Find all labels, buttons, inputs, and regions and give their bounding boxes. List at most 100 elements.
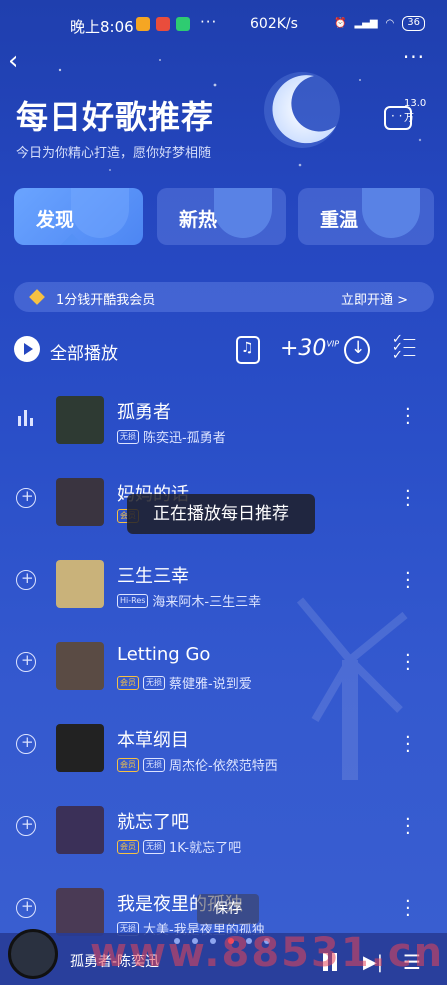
song-more-icon[interactable]: · · · <box>405 893 411 925</box>
page-dot <box>246 938 252 944</box>
moon-illustration <box>264 72 340 148</box>
now-playing-title: 孤勇者-陈奕迅 <box>70 954 160 970</box>
song-meta: 会员 无损 周杰伦-依然范特西 <box>117 755 278 774</box>
album-cover <box>56 642 104 690</box>
wechat-icon <box>176 17 190 31</box>
album-cover <box>56 560 104 608</box>
tab-revisit[interactable]: 重温 <box>298 188 434 245</box>
song-artist-album: 海来阿木-三生三幸 <box>152 595 262 610</box>
song-row[interactable]: 孤勇者 无损 陈奕迅-孤勇者 · · · <box>0 380 447 460</box>
comments-button[interactable]: 13.0万 <box>384 98 434 140</box>
play-all-button[interactable]: 全部播放 <box>50 339 118 364</box>
add-song-icon[interactable] <box>16 733 36 754</box>
save-button[interactable]: 保存 <box>197 894 259 924</box>
tab-label: 重温 <box>320 209 359 231</box>
flame-icon <box>214 188 272 238</box>
mini-player[interactable]: 孤勇者-陈奕迅 ▶| ☰ <box>0 929 447 985</box>
song-row[interactable]: 就忘了吧 会员 无损 1K-就忘了吧 ··· <box>0 790 447 870</box>
lossless-badge: 无损 <box>117 429 139 444</box>
tab-label: 新热 <box>179 209 218 231</box>
song-artist-album: 蔡健雅-说到爱 <box>169 677 252 692</box>
now-playing-bars-icon <box>18 410 36 426</box>
add-song-icon[interactable] <box>16 487 36 508</box>
diamond-icon <box>29 289 45 305</box>
comment-count: 13.0万 <box>404 98 427 124</box>
vip-sup-label: VIP <box>326 339 340 349</box>
page-dot <box>174 938 180 944</box>
page-dot <box>210 938 216 944</box>
page-indicator <box>174 938 270 944</box>
vip-promo-text: 1分钱开酷我会员 <box>56 293 156 308</box>
status-right-icons: ⏰ ▂▄▆ ◠ 36 <box>334 16 425 31</box>
play-all-icon[interactable] <box>14 336 40 362</box>
song-meta: 无损 陈奕迅-孤勇者 <box>117 427 226 446</box>
song-more-icon[interactable]: · · · <box>405 483 411 515</box>
tab-label: 发现 <box>36 209 75 231</box>
song-meta: Hi-Res 海来阿木-三生三幸 <box>117 591 261 610</box>
album-cover <box>56 888 104 936</box>
album-cover <box>56 724 104 772</box>
category-tabs: 发现 新热 重温 <box>14 188 434 248</box>
more-notifications-icon: ··· <box>200 13 218 31</box>
weibo-icon <box>156 17 170 31</box>
vip-badge: 会员 <box>117 757 139 772</box>
song-row[interactable]: 本草纲目 会员 无损 周杰伦-依然范特西 ··· <box>0 708 447 788</box>
lossless-badge: 无损 <box>143 675 165 690</box>
song-more-icon[interactable]: · · · <box>405 565 411 597</box>
tab-discover[interactable]: 发现 <box>14 188 143 245</box>
add-song-icon[interactable] <box>16 897 36 918</box>
song-row[interactable]: 三生三幸 Hi-Res 海来阿木-三生三幸 ··· <box>0 544 447 624</box>
lyrics-icon[interactable] <box>236 336 260 364</box>
wifi-icon: ◠ <box>385 18 395 29</box>
add-song-icon[interactable] <box>16 651 36 672</box>
lossless-badge: 无损 <box>143 757 165 772</box>
page-dot-active <box>228 938 234 944</box>
alarm-icon: ⏰ <box>334 18 347 29</box>
vip-open-link[interactable]: 立即开通 > <box>341 289 408 308</box>
album-cover <box>56 806 104 854</box>
song-artist-album: 周杰伦-依然范特西 <box>169 759 278 774</box>
battery-icon: 36 <box>402 16 425 31</box>
song-more-icon[interactable]: · · · <box>405 647 411 679</box>
multi-select-icon[interactable]: ✓— ✓— ✓— <box>392 333 416 364</box>
song-title: 就忘了吧 <box>117 812 189 833</box>
network-speed: 602K/s <box>250 16 298 32</box>
more-options-button[interactable]: ··· <box>403 45 425 69</box>
notification-icons <box>136 17 190 31</box>
song-artist-album: 1K-就忘了吧 <box>169 841 242 856</box>
song-more-icon[interactable]: · · · <box>405 811 411 843</box>
song-title: 三生三幸 <box>117 566 189 587</box>
song-title: Letting Go <box>117 644 211 665</box>
download-icon[interactable] <box>344 336 370 364</box>
song-meta: 会员 无损 1K-就忘了吧 <box>117 837 241 856</box>
album-cover <box>56 478 104 526</box>
next-track-icon[interactable]: ▶| <box>363 952 383 973</box>
song-row[interactable]: Letting Go 会员 无损 蔡健雅-说到爱 ··· <box>0 626 447 706</box>
add-song-icon[interactable] <box>16 569 36 590</box>
album-cover <box>56 396 104 444</box>
playlist-icon[interactable]: ☰ <box>403 950 421 974</box>
vip-badge: 会员 <box>117 675 139 690</box>
page-dot <box>192 938 198 944</box>
page-dot <box>264 938 270 944</box>
status-time: 晚上8:06 <box>70 18 134 36</box>
signal-icon: ▂▄▆ <box>354 18 378 29</box>
song-more-icon[interactable]: · · · <box>405 729 411 761</box>
plus-30-vip-button[interactable]: +30VIP <box>280 336 339 364</box>
song-meta: 会员 无损 蔡健雅-说到爱 <box>117 673 252 692</box>
pause-icon[interactable] <box>321 953 339 971</box>
vip-promo-bar[interactable]: 1分钱开酷我会员 立即开通 > <box>14 282 434 312</box>
back-button[interactable]: ‹ <box>8 48 32 76</box>
song-more-icon[interactable]: · · · <box>405 401 411 433</box>
song-title: 孤勇者 <box>117 402 171 423</box>
music-note-icon <box>71 188 129 238</box>
tab-new-hot[interactable]: 新热 <box>157 188 286 245</box>
add-song-icon[interactable] <box>16 815 36 836</box>
hourglass-icon <box>362 188 420 238</box>
now-playing-cover[interactable] <box>8 929 58 979</box>
hires-badge: Hi-Res <box>117 593 149 608</box>
plus30-label: +30 <box>280 336 327 361</box>
song-title: 本草纲目 <box>117 730 189 751</box>
play-toolbar: 全部播放 +30VIP ✓—✓—✓— <box>14 333 434 366</box>
page-title: 每日好歌推荐 <box>16 98 215 136</box>
